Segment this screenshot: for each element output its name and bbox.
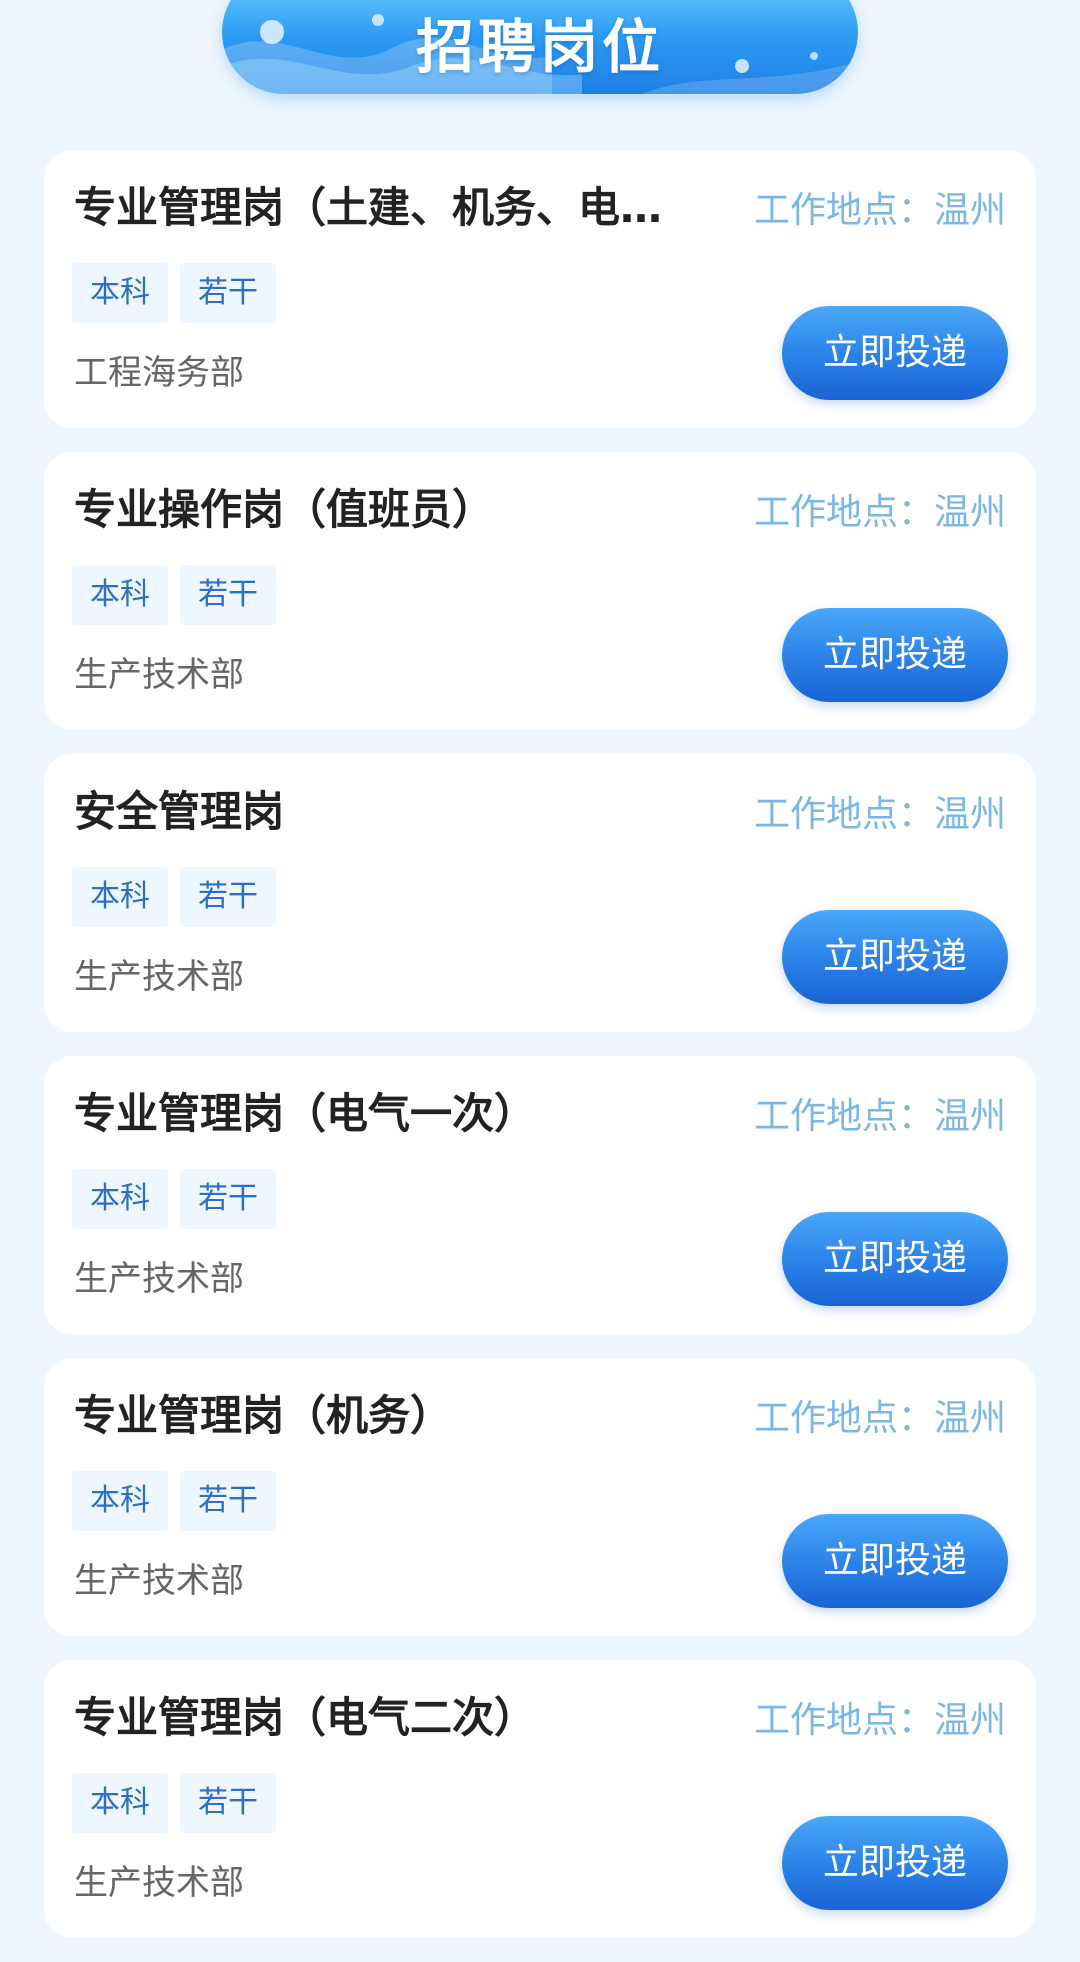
job-location: 工作地点：温州 <box>753 492 1006 533</box>
job-card[interactable]: 专业管理岗（电气一次） 工作地点：温州 本科 若干 生产技术部 立即投递 <box>44 1056 1036 1334</box>
job-card[interactable]: 专业操作岗（值班员） 工作地点：温州 本科 若干 生产技术部 立即投递 <box>44 452 1036 730</box>
job-location: 工作地点：温州 <box>753 1700 1006 1741</box>
job-title: 安全管理岗 <box>74 787 285 836</box>
job-location: 工作地点：温州 <box>753 1096 1006 1137</box>
page-title: 招聘岗位 <box>415 13 664 81</box>
headcount-tag: 若干 <box>180 867 276 927</box>
apply-button[interactable]: 立即投递 <box>782 1212 1008 1306</box>
job-department: 生产技术部 <box>74 1259 244 1299</box>
job-tags: 本科 若干 <box>72 565 276 625</box>
job-card[interactable]: 专业管理岗（机务） 工作地点：温州 本科 若干 生产技术部 立即投递 <box>44 1358 1036 1636</box>
education-tag: 本科 <box>72 565 168 625</box>
education-tag: 本科 <box>72 1169 168 1229</box>
job-location: 工作地点：温州 <box>753 794 1006 835</box>
job-title: 专业管理岗（电气一次） <box>74 1089 537 1138</box>
job-location: 工作地点：温州 <box>753 190 1006 231</box>
job-card[interactable]: 专业管理岗（电气二次） 工作地点：温州 本科 若干 生产技术部 立即投递 <box>44 1660 1036 1938</box>
apply-button[interactable]: 立即投递 <box>782 910 1008 1004</box>
job-title: 专业管理岗（电气二次） <box>74 1693 537 1742</box>
job-tags: 本科 若干 <box>72 1471 276 1531</box>
job-department: 工程海务部 <box>74 353 244 393</box>
headcount-tag: 若干 <box>180 1471 276 1531</box>
job-list: 专业管理岗（土建、机务、电… 工作地点：温州 本科 若干 工程海务部 立即投递 … <box>44 150 1036 1962</box>
job-card[interactable]: 安全管理岗 工作地点：温州 本科 若干 生产技术部 立即投递 <box>44 754 1036 1032</box>
apply-button[interactable]: 立即投递 <box>782 608 1008 702</box>
job-card[interactable]: 专业管理岗（土建、机务、电… 工作地点：温州 本科 若干 工程海务部 立即投递 <box>44 150 1036 428</box>
education-tag: 本科 <box>72 263 168 323</box>
job-tags: 本科 若干 <box>72 1169 276 1229</box>
job-tags: 本科 若干 <box>72 867 276 927</box>
job-department: 生产技术部 <box>74 1863 244 1903</box>
education-tag: 本科 <box>72 867 168 927</box>
job-title: 专业管理岗（机务） <box>74 1391 453 1440</box>
job-department: 生产技术部 <box>74 1561 244 1601</box>
headcount-tag: 若干 <box>180 1773 276 1833</box>
apply-button[interactable]: 立即投递 <box>782 306 1008 400</box>
job-title: 专业管理岗（土建、机务、电… <box>74 183 663 232</box>
education-tag: 本科 <box>72 1773 168 1833</box>
headcount-tag: 若干 <box>180 1169 276 1229</box>
headcount-tag: 若干 <box>180 565 276 625</box>
job-title: 专业操作岗（值班员） <box>74 485 495 534</box>
headcount-tag: 若干 <box>180 263 276 323</box>
apply-button[interactable]: 立即投递 <box>782 1514 1008 1608</box>
education-tag: 本科 <box>72 1471 168 1531</box>
job-tags: 本科 若干 <box>72 1773 276 1833</box>
job-department: 生产技术部 <box>74 957 244 997</box>
section-header-banner: 招聘岗位 <box>222 0 858 94</box>
job-department: 生产技术部 <box>74 655 244 695</box>
job-tags: 本科 若干 <box>72 263 276 323</box>
job-location: 工作地点：温州 <box>753 1398 1006 1439</box>
apply-button[interactable]: 立即投递 <box>782 1816 1008 1910</box>
